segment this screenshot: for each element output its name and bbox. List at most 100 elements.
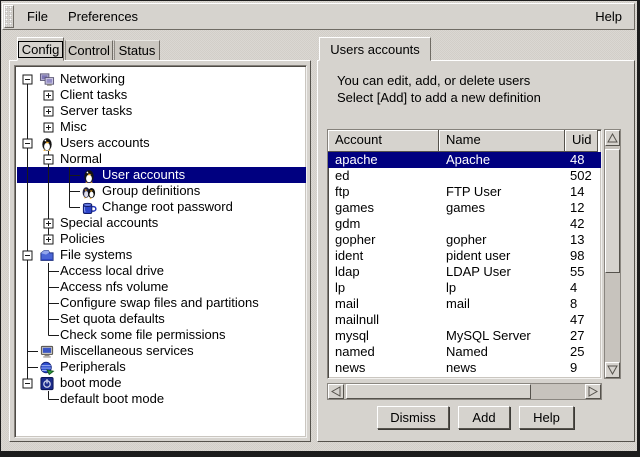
users-table-body: apacheApache48ed502ftpFTP User14gamesgam… bbox=[328, 152, 601, 376]
tab-status[interactable]: Status bbox=[114, 40, 160, 61]
tree-item-policies[interactable]: Policies bbox=[17, 231, 306, 247]
tree-item-default-boot-mode[interactable]: default boot mode bbox=[17, 391, 306, 407]
user-row-gdm[interactable]: gdm42 bbox=[328, 216, 601, 232]
scroll-right-button[interactable] bbox=[585, 384, 601, 399]
tree-item-misc[interactable]: Misc bbox=[17, 119, 306, 135]
cell-account: lp bbox=[328, 280, 439, 296]
cell-uid: 48 bbox=[565, 152, 598, 168]
tree-item-access-local-drive[interactable]: Access local drive bbox=[17, 263, 306, 279]
tree-line bbox=[17, 215, 38, 231]
user-row-news[interactable]: newsnews9 bbox=[328, 360, 601, 376]
tree-expand-toggle[interactable] bbox=[38, 215, 59, 231]
tree-item-normal[interactable]: Normal bbox=[17, 151, 306, 167]
table-horizontal-scrollbar bbox=[327, 383, 602, 400]
tree-item-networking[interactable]: Networking bbox=[17, 71, 306, 87]
tree-item-set-quota-defaults[interactable]: Set quota defaults bbox=[17, 311, 306, 327]
tree-item-users-accounts[interactable]: Users accounts bbox=[17, 135, 306, 151]
user-row-games[interactable]: gamesgames12 bbox=[328, 200, 601, 216]
tree-item-label: Peripherals bbox=[59, 359, 129, 375]
tree-item-label: Server tasks bbox=[59, 103, 135, 119]
dismiss-button[interactable]: Dismiss bbox=[377, 406, 449, 429]
cell-name: gopher bbox=[439, 232, 565, 248]
tree-item-check-some-file-permissions[interactable]: Check some file permissions bbox=[17, 327, 306, 343]
tree-item-label: Miscellaneous services bbox=[59, 343, 197, 359]
tree-item-configure-swap-files-and-partitions[interactable]: Configure swap files and partitions bbox=[17, 295, 306, 311]
tree-line bbox=[17, 263, 38, 279]
cell-name bbox=[439, 168, 565, 184]
scroll-up-button[interactable] bbox=[605, 130, 620, 146]
tree-item-client-tasks[interactable]: Client tasks bbox=[17, 87, 306, 103]
user-row-gopher[interactable]: gophergopher13 bbox=[328, 232, 601, 248]
cell-account: gdm bbox=[328, 216, 439, 232]
menubar-grip[interactable] bbox=[4, 5, 14, 28]
tree-item-label: default boot mode bbox=[59, 391, 167, 407]
tree-line bbox=[38, 327, 59, 343]
user-row-apache[interactable]: apacheApache48 bbox=[328, 152, 601, 168]
tree-line bbox=[17, 167, 38, 183]
tree-line bbox=[17, 199, 38, 215]
user-row-ed[interactable]: ed502 bbox=[328, 168, 601, 184]
tree-item-label: File systems bbox=[59, 247, 135, 263]
help-button[interactable]: Help bbox=[519, 406, 574, 429]
horizontal-scroll-thumb[interactable] bbox=[346, 384, 531, 399]
tree-item-miscellaneous-services[interactable]: Miscellaneous services bbox=[17, 343, 306, 359]
cell-account: apache bbox=[328, 152, 439, 168]
cell-account: mailnull bbox=[328, 312, 439, 328]
menu-help[interactable]: Help bbox=[589, 7, 628, 26]
user-row-lp[interactable]: lplp4 bbox=[328, 280, 601, 296]
user-row-mail[interactable]: mailmail8 bbox=[328, 296, 601, 312]
cell-uid: 9 bbox=[565, 360, 598, 376]
column-header-name: Name bbox=[439, 130, 565, 152]
vertical-scroll-track[interactable] bbox=[605, 146, 620, 362]
tree-collapse-toggle[interactable] bbox=[17, 375, 38, 391]
tree-item-change-root-password[interactable]: Change root password bbox=[17, 199, 306, 215]
tree-item-user-accounts[interactable]: User accounts bbox=[17, 167, 306, 183]
tree-collapse-toggle[interactable] bbox=[38, 151, 59, 167]
user-row-ident[interactable]: identpident user98 bbox=[328, 248, 601, 264]
tree-item-peripherals[interactable]: Peripherals bbox=[17, 359, 306, 375]
user-row-ftp[interactable]: ftpFTP User14 bbox=[328, 184, 601, 200]
tree-expand-toggle[interactable] bbox=[38, 119, 59, 135]
tree-line bbox=[38, 183, 59, 199]
tree-line bbox=[59, 167, 80, 183]
arrow-up-icon bbox=[607, 133, 618, 143]
tree-item-boot-mode[interactable]: boot mode bbox=[17, 375, 306, 391]
tree-item-group-definitions[interactable]: Group definitions bbox=[17, 183, 306, 199]
column-header-uid: Uid bbox=[565, 130, 598, 152]
user-row-mysql[interactable]: mysqlMySQL Server27 bbox=[328, 328, 601, 344]
cell-uid: 27 bbox=[565, 328, 598, 344]
tree-line bbox=[17, 359, 38, 375]
add-button[interactable]: Add bbox=[458, 406, 510, 429]
tree-collapse-toggle[interactable] bbox=[17, 247, 38, 263]
user-row-named[interactable]: namedNamed25 bbox=[328, 344, 601, 360]
user-row-ldap[interactable]: ldapLDAP User55 bbox=[328, 264, 601, 280]
vertical-scroll-thumb[interactable] bbox=[605, 149, 620, 273]
tab-users-accounts[interactable]: Users accounts bbox=[319, 37, 431, 61]
menubar: File Preferences Help bbox=[2, 3, 635, 30]
tree-item-label: Normal bbox=[59, 151, 105, 167]
tree-item-file-systems[interactable]: File systems bbox=[17, 247, 306, 263]
tree-item-server-tasks[interactable]: Server tasks bbox=[17, 103, 306, 119]
cell-name: news bbox=[439, 360, 565, 376]
cell-name: Apache bbox=[439, 152, 565, 168]
tab-config[interactable]: Config bbox=[17, 37, 64, 61]
tree-line bbox=[17, 119, 38, 135]
tree-collapse-toggle[interactable] bbox=[17, 135, 38, 151]
horizontal-scroll-track[interactable] bbox=[344, 384, 585, 399]
tree-expand-toggle[interactable] bbox=[38, 231, 59, 247]
scroll-left-button[interactable] bbox=[328, 384, 344, 399]
tab-control[interactable]: Control bbox=[65, 40, 113, 61]
scroll-down-button[interactable] bbox=[605, 362, 620, 378]
tree-expand-toggle[interactable] bbox=[38, 87, 59, 103]
tree-expand-toggle[interactable] bbox=[38, 103, 59, 119]
menu-file[interactable]: File bbox=[21, 7, 54, 26]
penguin-icon bbox=[39, 136, 55, 151]
menu-preferences[interactable]: Preferences bbox=[62, 7, 144, 26]
cell-account: ldap bbox=[328, 264, 439, 280]
mug-icon bbox=[81, 200, 97, 215]
tree-collapse-toggle[interactable] bbox=[17, 71, 38, 87]
tree-item-access-nfs-volume[interactable]: Access nfs volume bbox=[17, 279, 306, 295]
cell-name: pident user bbox=[439, 248, 565, 264]
tree-item-special-accounts[interactable]: Special accounts bbox=[17, 215, 306, 231]
user-row-mailnull[interactable]: mailnull47 bbox=[328, 312, 601, 328]
